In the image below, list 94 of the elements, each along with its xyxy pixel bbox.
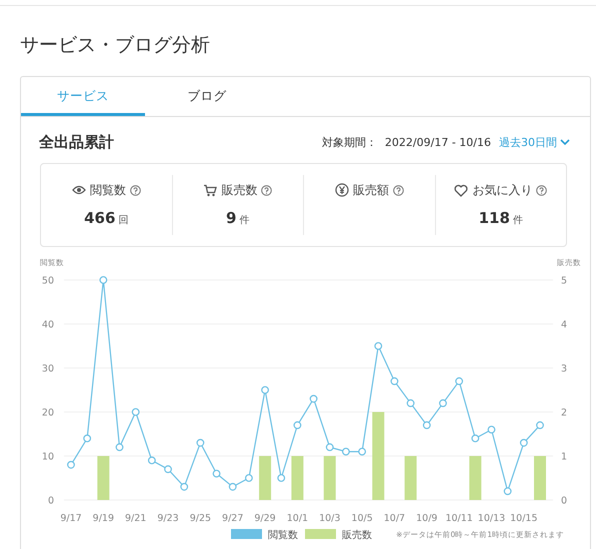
- point: [180, 482, 188, 491]
- legend-swatch: [231, 529, 262, 539]
- point: [358, 448, 366, 456]
- chevron-down-icon: [560, 138, 570, 146]
- point: [439, 399, 447, 408]
- bar: [259, 456, 272, 500]
- point: [488, 426, 496, 434]
- tick-label: 10/7: [384, 513, 406, 524]
- tick-label: 0: [561, 496, 568, 506]
- bar: [324, 456, 336, 500]
- point: [422, 421, 431, 430]
- tick-label: 10/11: [445, 513, 473, 524]
- section-title: 全出品累計: [39, 132, 114, 152]
- help-icon[interactable]: [392, 184, 404, 196]
- tick-label: 9/29: [254, 513, 276, 524]
- point: [196, 438, 204, 447]
- point: [244, 474, 253, 482]
- tick-label: 3: [561, 364, 568, 374]
- point: [536, 421, 544, 430]
- range-dropdown[interactable]: 過去30日間: [499, 134, 570, 150]
- point: [164, 465, 172, 474]
- tick-label: 10/3: [319, 513, 340, 524]
- stat-unit: 件: [239, 214, 250, 226]
- tick-label: 9/27: [222, 513, 244, 524]
- tick-label: 10/5: [351, 513, 373, 524]
- legend-swatch: [305, 529, 336, 539]
- point: [132, 408, 140, 416]
- bar: [291, 456, 304, 500]
- page-title: サービス・ブログ分析: [20, 33, 210, 58]
- tab[interactable]: サービス: [21, 77, 145, 116]
- tick-label: 9/19: [92, 513, 114, 524]
- stat-label: 販売数: [221, 182, 258, 198]
- tick-label: 9/23: [157, 513, 179, 524]
- tab[interactable]: ブログ: [145, 77, 269, 116]
- period-dates: 2022/09/17 - 10/16: [384, 136, 491, 148]
- point: [83, 434, 92, 442]
- tick-label: 10/9: [416, 513, 438, 524]
- point: [116, 443, 124, 452]
- point: [471, 434, 480, 442]
- stat-value: 9: [226, 208, 236, 226]
- heart-icon: [454, 184, 468, 196]
- point: [326, 443, 334, 452]
- help-icon[interactable]: [130, 184, 141, 196]
- tick-label: 5: [561, 276, 568, 286]
- point: [277, 474, 286, 482]
- point: [342, 448, 350, 456]
- stat-value: 466: [84, 208, 116, 226]
- point: [148, 456, 156, 464]
- point: [228, 482, 237, 491]
- point: [310, 394, 318, 403]
- stat-value: 118: [478, 208, 510, 226]
- point: [390, 377, 398, 386]
- tick-label: 20: [42, 408, 54, 418]
- bar: [97, 456, 110, 500]
- point: [406, 399, 415, 408]
- help-icon[interactable]: [536, 184, 548, 196]
- cart-icon: [203, 184, 218, 196]
- stat-label: 販売額: [352, 182, 389, 198]
- legend-label: 閲覧数: [268, 530, 298, 541]
- point: [212, 470, 220, 478]
- tick-label: 1: [561, 452, 568, 462]
- bar: [469, 456, 482, 500]
- period-label: 対象期間：: [322, 134, 377, 150]
- point: [455, 377, 464, 386]
- tick-label: 10/13: [478, 513, 506, 524]
- tick-label: 0: [48, 496, 54, 506]
- tick-label: 9/25: [190, 513, 212, 524]
- tick-label: 9/21: [125, 513, 146, 524]
- tick-label: 2: [561, 408, 568, 418]
- tick-label: 10/1: [286, 513, 308, 524]
- tick-label: 10: [42, 452, 54, 462]
- tick-label: 40: [42, 320, 54, 330]
- bar: [534, 456, 546, 500]
- tick-label: 4: [561, 320, 568, 330]
- stat-label: 閲覧数: [90, 182, 126, 198]
- point: [504, 487, 512, 496]
- stat-unit: 回: [118, 214, 128, 226]
- yen-icon: [334, 183, 349, 197]
- bar: [404, 456, 417, 500]
- point: [67, 460, 75, 469]
- tick-label: 10/15: [510, 513, 538, 524]
- stat-unit: 件: [512, 214, 523, 226]
- eye-icon: [72, 185, 86, 195]
- tick-label: 50: [42, 276, 54, 286]
- point: [294, 421, 302, 430]
- legend-label: 販売数: [342, 530, 372, 541]
- point: [261, 386, 269, 394]
- point: [520, 438, 528, 447]
- tick-label: 30: [42, 364, 54, 374]
- help-icon[interactable]: [261, 184, 272, 196]
- point: [99, 276, 108, 284]
- tick-label: 9/17: [60, 513, 82, 524]
- point: [374, 342, 382, 350]
- stat-label: お気に入り: [472, 182, 532, 198]
